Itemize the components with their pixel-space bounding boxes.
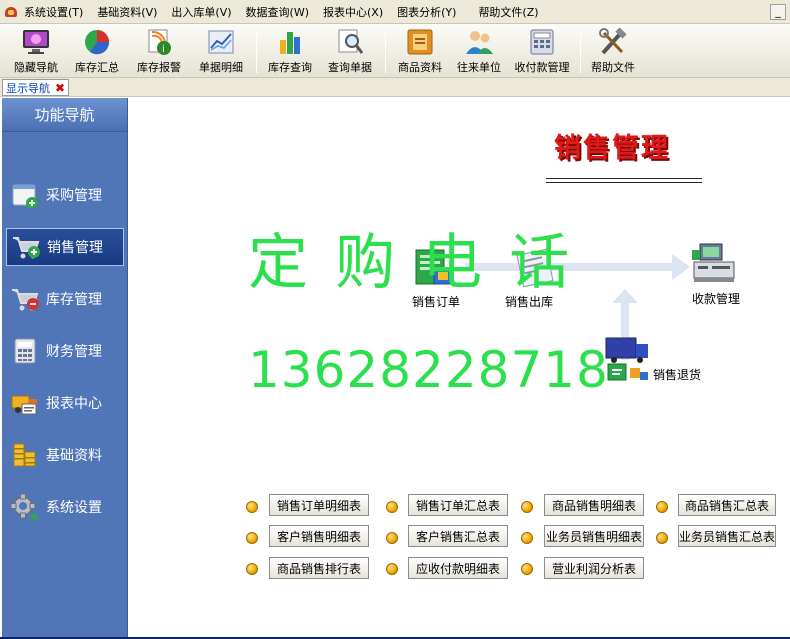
report-bullet-icon	[246, 501, 258, 513]
report-button-profit-analysis[interactable]: 营业利润分析表	[544, 557, 644, 579]
report-button-sales-order-summary[interactable]: 销售订单汇总表	[408, 494, 508, 516]
title-underline	[546, 178, 702, 179]
report-bullet-icon	[521, 563, 533, 575]
truck-report-icon	[10, 388, 40, 418]
magnifier-doc-icon	[335, 28, 365, 56]
toolbar-separator	[580, 29, 581, 73]
product-data-button[interactable]: 商品资料	[390, 24, 450, 76]
sidebar-item-sales[interactable]: 销售管理	[6, 228, 124, 266]
watermark-phone-label: 定 购 电 话	[248, 228, 574, 298]
sidebar-item-settings[interactable]: 系统设置	[6, 488, 124, 526]
sidebar-item-inventory[interactable]: 库存管理	[6, 280, 124, 318]
show-nav-tab[interactable]: 显示导航 ✖	[2, 79, 70, 96]
menu-chart-analysis[interactable]: 图表分析(Y)	[397, 4, 456, 20]
sidebar-item-finance[interactable]: 财务管理	[6, 332, 124, 370]
svg-text:i: i	[162, 44, 165, 55]
menu-basic-data[interactable]: 基础资料(V)	[97, 4, 157, 20]
report-button-salesperson-summary[interactable]: 业务员销售汇总表	[678, 525, 776, 547]
alert-doc-icon: i	[144, 28, 174, 56]
stock-query-button[interactable]: 库存查询	[261, 24, 319, 76]
sales-return-label[interactable]: 销售退货	[653, 366, 701, 383]
report-button-customer-sales-summary[interactable]: 客户销售汇总表	[408, 525, 508, 547]
report-button-receivable-payable-detail[interactable]: 应收付款明细表	[408, 557, 508, 579]
report-bullet-icon	[656, 501, 668, 513]
toolbar-separator	[385, 29, 386, 73]
payment-node[interactable]	[690, 240, 746, 288]
report-bullet-icon	[656, 532, 668, 544]
coins-icon	[10, 440, 40, 470]
title-underline	[546, 182, 702, 183]
sidebar-title: 功能导航	[2, 98, 127, 132]
menu-data-query[interactable]: 数据查询(W)	[246, 4, 309, 20]
flow-arrow-head	[672, 254, 690, 280]
toolbar-separator	[256, 29, 257, 73]
stock-alert-button[interactable]: i 库存报警	[128, 24, 190, 76]
payment-icon	[692, 243, 735, 282]
gear-icon	[10, 492, 40, 522]
sidebar-item-basic-data[interactable]: 基础资料	[6, 436, 124, 474]
report-bullet-icon	[246, 532, 258, 544]
watermark-phone-number: 13628228718	[248, 341, 609, 399]
flow-arrow-head	[612, 289, 638, 303]
panel-bar: 显示导航 ✖	[0, 78, 790, 97]
report-button-product-sales-ranking[interactable]: 商品销售排行表	[269, 557, 369, 579]
close-icon[interactable]: ✖	[55, 81, 65, 95]
menu-bar: 系统设置(T) 基础资料(V) 出入库单(V) 数据查询(W) 报表中心(X) …	[0, 0, 790, 24]
sidebar-item-label: 采购管理	[46, 188, 102, 204]
menu-report-center[interactable]: 报表中心(X)	[323, 4, 383, 20]
line-chart-icon	[206, 28, 236, 56]
report-bullet-icon	[386, 563, 398, 575]
menu-stock-in-out[interactable]: 出入库单(V)	[171, 4, 231, 20]
nav-sidebar: 功能导航 采购管理 销售管理 库存管理 财务管理 报表中心 基础资料 系统设置	[2, 98, 128, 637]
users-icon	[464, 28, 494, 56]
purchase-icon	[10, 180, 40, 210]
box-book-icon	[405, 28, 435, 56]
calculator-icon	[10, 336, 40, 366]
page-title: 销售管理	[554, 133, 670, 164]
menu-system-settings[interactable]: 系统设置(T)	[24, 4, 83, 20]
sales-return-node[interactable]	[604, 336, 652, 386]
report-bullet-icon	[386, 532, 398, 544]
report-button-salesperson-detail[interactable]: 业务员销售明细表	[544, 525, 644, 547]
sidebar-item-label: 系统设置	[46, 500, 102, 516]
report-bullet-icon	[521, 501, 533, 513]
contacts-button[interactable]: 往来单位	[450, 24, 508, 76]
report-button-product-sales-summary[interactable]: 商品销售汇总表	[678, 494, 776, 516]
doc-detail-button[interactable]: 单据明细	[190, 24, 252, 76]
sidebar-item-label: 库存管理	[46, 292, 102, 308]
sidebar-item-label: 销售管理	[47, 240, 103, 256]
report-bullet-icon	[246, 563, 258, 575]
toolbar: 隐藏导航 库存汇总 i 库存报警 单据明细 库存查询 查询单据 商品资料 往来单…	[0, 24, 790, 78]
query-doc-button[interactable]: 查询单据	[319, 24, 381, 76]
minimize-button[interactable]: _	[770, 4, 786, 20]
show-nav-label: 显示导航	[6, 81, 50, 95]
hide-nav-button[interactable]: 隐藏导航	[6, 24, 66, 76]
report-button-sales-order-detail[interactable]: 销售订单明细表	[269, 494, 369, 516]
report-bullet-icon	[521, 532, 533, 544]
monitor-icon	[21, 28, 51, 56]
sales-return-icon	[605, 337, 648, 381]
help-file-button[interactable]: 帮助文件	[585, 24, 641, 76]
sidebar-item-purchase[interactable]: 采购管理	[6, 176, 124, 214]
report-button-customer-sales-detail[interactable]: 客户销售明细表	[269, 525, 369, 547]
bar-chart-icon	[275, 28, 305, 56]
tools-icon	[598, 27, 628, 56]
sales-cart-icon	[11, 232, 41, 262]
menu-help[interactable]: 帮助文件(Z)	[478, 4, 538, 20]
report-bullet-icon	[386, 501, 398, 513]
sidebar-item-label: 报表中心	[46, 396, 102, 412]
app-logo-icon	[4, 5, 18, 19]
stock-summary-button[interactable]: 库存汇总	[66, 24, 128, 76]
inventory-cart-icon	[10, 284, 40, 314]
sidebar-item-label: 财务管理	[46, 344, 102, 360]
payment-label[interactable]: 收款管理	[692, 290, 740, 307]
pie-chart-icon	[82, 28, 112, 56]
sidebar-item-reports[interactable]: 报表中心	[6, 384, 124, 422]
calculator-icon	[527, 28, 557, 56]
sidebar-item-label: 基础资料	[46, 448, 102, 464]
payment-mgmt-button[interactable]: 收付款管理	[508, 24, 576, 76]
report-button-product-sales-detail[interactable]: 商品销售明细表	[544, 494, 644, 516]
